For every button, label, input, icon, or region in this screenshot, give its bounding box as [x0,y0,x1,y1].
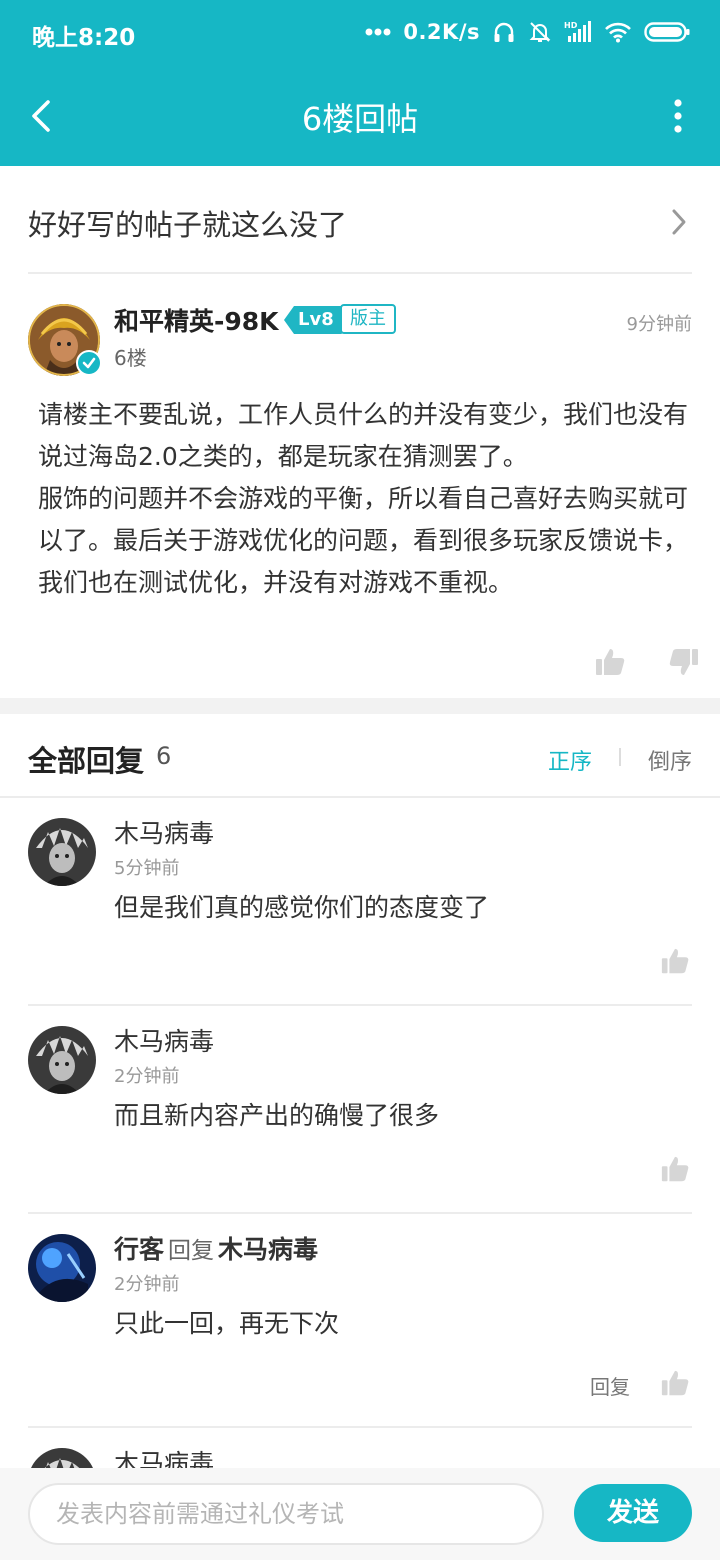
headphones-icon [492,20,516,44]
dislike-button[interactable] [668,646,700,682]
bell-muted-icon [528,20,552,44]
reply-user-name[interactable]: 木马病毒 [114,1449,214,1468]
like-button[interactable] [660,1154,690,1188]
composer-bar: 发送 [0,1468,720,1560]
signal-hd-icon: HD [564,20,592,44]
like-button[interactable] [660,1368,690,1402]
avatar[interactable] [28,1026,96,1094]
avatar[interactable] [28,818,96,886]
nav-bar: 6楼回帖 [0,66,720,166]
section-divider [0,698,720,714]
sort-ascending-button[interactable]: 正序 [548,744,592,776]
top-bar: 晚上8:20 0.2K/s HD 6楼回帖 [0,0,720,166]
thumbs-up-icon [661,948,689,974]
wifi-icon [604,21,632,43]
reply-user-name[interactable]: 行客 [114,1235,164,1264]
comment-input[interactable] [28,1483,544,1545]
more-button[interactable] [666,94,690,140]
send-button[interactable]: 发送 [574,1484,692,1542]
avatar[interactable] [28,1448,96,1468]
page-title: 6楼回帖 [301,100,419,138]
thumbs-down-icon [669,649,698,675]
reply-item: 木马病毒 5分钟前 但是我们真的感觉你们的态度变了 [28,798,692,1006]
battery-icon [644,21,690,43]
reply-time: 2分钟前 [114,1066,180,1087]
thumbs-up-icon [661,1370,689,1396]
floor-number: 6楼 [114,346,147,370]
network-speed: 0.2K/s [403,20,480,44]
like-button[interactable] [660,946,690,980]
reply-text: 只此一回，再无下次 [114,1309,340,1338]
reply-to-user[interactable]: 木马病毒 [218,1235,318,1264]
post-time: 9分钟前 [626,314,692,335]
sort-descending-button[interactable]: 倒序 [648,744,692,776]
reply-action-button[interactable]: 回复 [590,1371,630,1400]
author-name[interactable]: 和平精英-98K [114,302,279,338]
status-time: 晚上8:20 [32,25,136,51]
reply-item: 木马病毒 [28,1428,692,1468]
reply-text: 但是我们真的感觉你们的态度变了 [114,893,490,922]
status-bar: 晚上8:20 0.2K/s HD [0,0,720,66]
thumbs-up-icon [661,1156,689,1182]
replies-count: 6 [156,742,172,770]
more-vertical-icon [666,99,690,144]
reply-user[interactable]: 木马病毒 [114,1022,214,1058]
dots-icon [365,28,391,36]
reply-time: 5分钟前 [114,858,180,879]
like-button[interactable] [594,646,626,682]
thumbs-up-icon [596,649,625,675]
replies-header: 全部回复 6 正序 倒序 [0,714,720,798]
chevron-right-icon [670,208,688,240]
reply-user-name[interactable]: 木马病毒 [114,819,214,848]
reply-user[interactable]: 木马病毒 [114,814,214,850]
status-icons: 0.2K/s HD [365,16,690,48]
reply-to-word: 回复 [168,1238,215,1264]
thread-link[interactable]: 好好写的帖子就这么没了 [28,168,692,274]
svg-text:HD: HD [564,21,578,30]
replies-title: 全部回复 [28,744,145,778]
post-content: 请楼主不要乱说，工作人员什么的并没有变少，我们也没有说过海岛2.0之类的，都是玩… [38,400,689,597]
sort-separator [619,748,621,766]
moderator-badge: 版主 [340,304,396,334]
reply-user[interactable]: 木马病毒 [114,1444,214,1468]
reply-user-name[interactable]: 木马病毒 [114,1027,214,1056]
reply-text: 而且新内容产出的确慢了很多 [114,1101,440,1130]
reply-time: 2分钟前 [114,1274,180,1295]
reply-user: 行客 回复 木马病毒 [114,1230,318,1266]
verified-icon [76,350,102,376]
thread-title: 好好写的帖子就这么没了 [28,208,348,242]
level-badge: Lv8 [284,306,342,334]
reply-item: 木马病毒 2分钟前 而且新内容产出的确慢了很多 [28,1006,692,1214]
avatar[interactable] [28,1234,96,1302]
reply-item: 行客 回复 木马病毒 2分钟前 只此一回，再无下次 回复 [28,1214,692,1428]
